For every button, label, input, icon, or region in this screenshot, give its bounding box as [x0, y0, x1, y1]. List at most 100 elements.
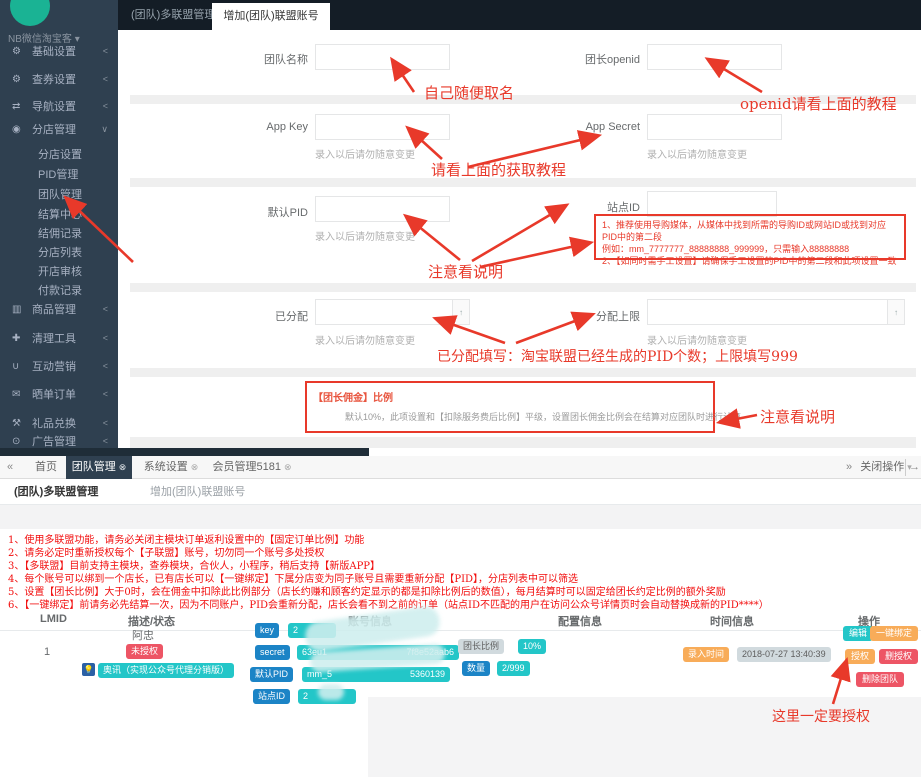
- site-id-label: 站点ID: [607, 202, 640, 214]
- sidebar-subitem-pid-manage[interactable]: PID管理: [0, 164, 118, 184]
- limit-input[interactable]: [648, 300, 904, 324]
- app-key-input[interactable]: [315, 114, 450, 140]
- sidebar-subitem-settle-center[interactable]: 结算中心: [0, 204, 118, 224]
- entry-time-label-badge: 录入时间: [683, 647, 730, 662]
- sidebar-subitem-team-manage[interactable]: 团队管理: [0, 184, 118, 204]
- tabs-rewind-icon[interactable]: «: [7, 456, 13, 479]
- pid-end: 5360139: [409, 669, 445, 679]
- tabs-forward-icon[interactable]: »: [846, 456, 852, 479]
- sidebar-item-label: 礼品兑换: [32, 418, 76, 430]
- gear-icon: ⚙: [12, 45, 21, 57]
- subtab-multi-union-manage[interactable]: (团队)多联盟管理: [14, 479, 98, 505]
- workspace-subtabs: (团队)多联盟管理 增加(团队)联盟账号: [0, 479, 921, 505]
- chevron-left-icon: <: [102, 304, 108, 314]
- allocated-stepper[interactable]: ↑: [315, 299, 470, 325]
- one-key-bind-button[interactable]: 一键绑定: [870, 626, 919, 641]
- sign-out-icon[interactable]: →: [909, 456, 920, 479]
- notice-line-6: 6、【一键绑定】前请务必先结算一次，因为不同账户，PID会重新分配，店长会看不到…: [8, 600, 769, 611]
- sidebar-subitem-branch-settings[interactable]: 分店设置: [0, 144, 118, 164]
- close-icon[interactable]: ⊗: [191, 462, 199, 472]
- sidebar-item-label: 互动营销: [32, 361, 76, 373]
- sidebar-item-ad-manage[interactable]: ⊙ 广告管理 <: [0, 430, 118, 452]
- subitem-label: 团队管理: [38, 189, 82, 201]
- app-key-hint: 录入以后请勿随意变更: [315, 150, 415, 161]
- allocated-label: 已分配: [275, 311, 308, 323]
- qty-value-badge: 2/999: [497, 661, 530, 676]
- app-secret-hint: 录入以后请勿随意变更: [647, 150, 747, 161]
- spinner-up-icon[interactable]: ↑: [887, 300, 904, 324]
- page: (团队)多联盟管理 增加(团队)联盟账号 NB微信淘宝客 ▾ ⚙ 基础设置 < ⚙ 查…: [0, 0, 921, 777]
- edit-button[interactable]: 编辑: [843, 626, 874, 641]
- annotation-commission: 注意看说明: [760, 408, 836, 426]
- tab-add-union-account[interactable]: 增加(团队)联盟账号: [212, 3, 330, 30]
- sidebar-subitem-commission-records[interactable]: 结佣记录: [0, 223, 118, 243]
- close-ops-label: 关闭操作: [860, 461, 905, 473]
- sidebar-item-label: 查券设置: [32, 74, 76, 86]
- subtab-add-union-account[interactable]: 增加(团队)联盟账号: [150, 479, 245, 505]
- app-secret-label: App Secret: [585, 121, 640, 133]
- chevron-left-icon: <: [102, 74, 108, 84]
- plugin-badge: 奥讯（实现公众号代理分销版）: [98, 663, 235, 678]
- cell-lmid: 1: [44, 646, 51, 658]
- sidebar-item-label: 分店管理: [32, 124, 76, 136]
- authorize-button[interactable]: 授权: [845, 649, 876, 664]
- team-name-input[interactable]: [315, 44, 450, 70]
- tab-multi-union-manage[interactable]: (团队)多联盟管理: [131, 0, 215, 30]
- sidebar-item-goods-manage[interactable]: ▥ 商品管理 <: [0, 298, 118, 320]
- sidebar-item-label: 基础设置: [32, 46, 76, 58]
- app-secret-input[interactable]: [647, 114, 782, 140]
- wtab-system-settings[interactable]: 系统设置 ⊗: [138, 456, 204, 479]
- sidebar-item-branch-manage[interactable]: ◉ 分店管理 ∨: [0, 118, 118, 140]
- wtab-team-manage[interactable]: 团队管理 ⊗: [66, 456, 132, 479]
- chevron-left-icon: <: [102, 361, 108, 371]
- secret-label-badge: secret: [255, 645, 290, 660]
- annotation-openid: openid请看上面的教程: [740, 95, 897, 113]
- chevron-left-icon: <: [102, 101, 108, 111]
- sidebar-item-basic-settings[interactable]: ⚙ 基础设置 <: [0, 40, 118, 62]
- default-pid-label-badge: 默认PID: [250, 667, 294, 682]
- sidebar-subitem-open-audit[interactable]: 开店审核: [0, 261, 118, 281]
- allocated-hint: 录入以后请勿随意变更: [315, 336, 415, 347]
- grid-icon: ▥: [12, 303, 22, 315]
- status-badge-unauthorized: 未授权: [126, 644, 164, 659]
- envelope-icon: ✉: [12, 388, 21, 400]
- default-pid-input[interactable]: [315, 196, 450, 222]
- sidebar-item-interactive-marketing[interactable]: ∪ 互动营销 <: [0, 355, 118, 377]
- subitem-label: 开店审核: [38, 266, 82, 278]
- avatar[interactable]: [10, 0, 50, 26]
- workspace-tabbar: « 首页 团队管理 ⊗ 系统设置 ⊗ 会员管理5181 ⊗ » 关闭操作 ▾ →: [0, 456, 921, 479]
- sidebar-item-share-orders[interactable]: ✉ 晒单订单 <: [0, 383, 118, 405]
- delete-team-button[interactable]: 删除团队: [856, 672, 905, 687]
- site-note-line3: 2、【如同时需手工设置】请确保手工设置的PID中的第二段和此项设置一致: [602, 256, 897, 266]
- sidebar-item-coupon-settings[interactable]: ⚙ 查券设置 <: [0, 68, 118, 90]
- subitem-label: 结算中心: [38, 209, 82, 221]
- openid-input[interactable]: [647, 44, 782, 70]
- close-icon[interactable]: ⊗: [119, 462, 127, 472]
- delete-auth-button[interactable]: 删授权: [879, 649, 919, 664]
- limit-label: 分配上限: [596, 311, 640, 323]
- sidebar-subitem-branch-list[interactable]: 分店列表: [0, 242, 118, 262]
- spinner-up-icon[interactable]: ↑: [452, 300, 469, 324]
- team-name-label: 团队名称: [264, 54, 308, 66]
- wtab-member-manage[interactable]: 会员管理5181 ⊗: [208, 456, 296, 479]
- sidebar-item-label: 清理工具: [32, 333, 76, 345]
- key-label-badge: key: [255, 623, 280, 638]
- sidebar-item-clean-tools[interactable]: ✚ 清理工具 <: [0, 327, 118, 349]
- sidebar-item-label: 广告管理: [32, 436, 76, 448]
- allocated-input[interactable]: [316, 300, 469, 324]
- annotation-team-name: 自己随便取名: [424, 84, 515, 102]
- globe-icon: ◉: [12, 123, 21, 135]
- annotation-app-key: 请看上面的获取教程: [431, 161, 567, 179]
- limit-hint: 录入以后请勿随意变更: [647, 336, 747, 347]
- close-icon[interactable]: ⊗: [284, 462, 292, 472]
- sidebar-item-label: 晒单订单: [32, 389, 76, 401]
- wtab-home[interactable]: 首页: [26, 456, 66, 479]
- subitem-label: 付款记录: [38, 285, 82, 297]
- limit-stepper[interactable]: ↑: [647, 299, 905, 325]
- sidebar-item-nav-settings[interactable]: ⇄ 导航设置 <: [0, 95, 118, 117]
- chevron-left-icon: <: [102, 436, 108, 446]
- sidebar-subitem-payment-records[interactable]: 付款记录: [0, 280, 118, 300]
- subitem-label: 结佣记录: [38, 228, 82, 240]
- plugin-icon: 💡: [82, 663, 95, 676]
- subitem-label: 分店设置: [38, 149, 82, 161]
